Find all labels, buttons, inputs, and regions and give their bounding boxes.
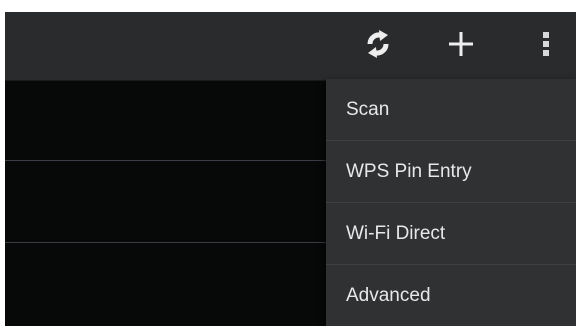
overflow-menu-icon <box>541 29 551 64</box>
overflow-menu-button[interactable] <box>523 23 569 69</box>
menu-item-wifi-direct[interactable]: Wi-Fi Direct <box>326 203 576 264</box>
menu-item-wps-pin-entry[interactable]: WPS Pin Entry <box>326 141 576 202</box>
wps-push-button[interactable] <box>355 23 401 69</box>
menu-item-advanced[interactable]: Advanced <box>326 265 576 326</box>
action-bar <box>5 12 576 81</box>
wps-push-button-icon <box>361 27 395 66</box>
add-network-button[interactable] <box>438 23 484 69</box>
wifi-settings-screen: Scan WPS Pin Entry Wi-Fi Direct Advanced <box>5 12 576 326</box>
add-network-icon <box>446 29 476 64</box>
menu-item-scan[interactable]: Scan <box>326 79 576 140</box>
overflow-menu: Scan WPS Pin Entry Wi-Fi Direct Advanced <box>326 79 576 326</box>
